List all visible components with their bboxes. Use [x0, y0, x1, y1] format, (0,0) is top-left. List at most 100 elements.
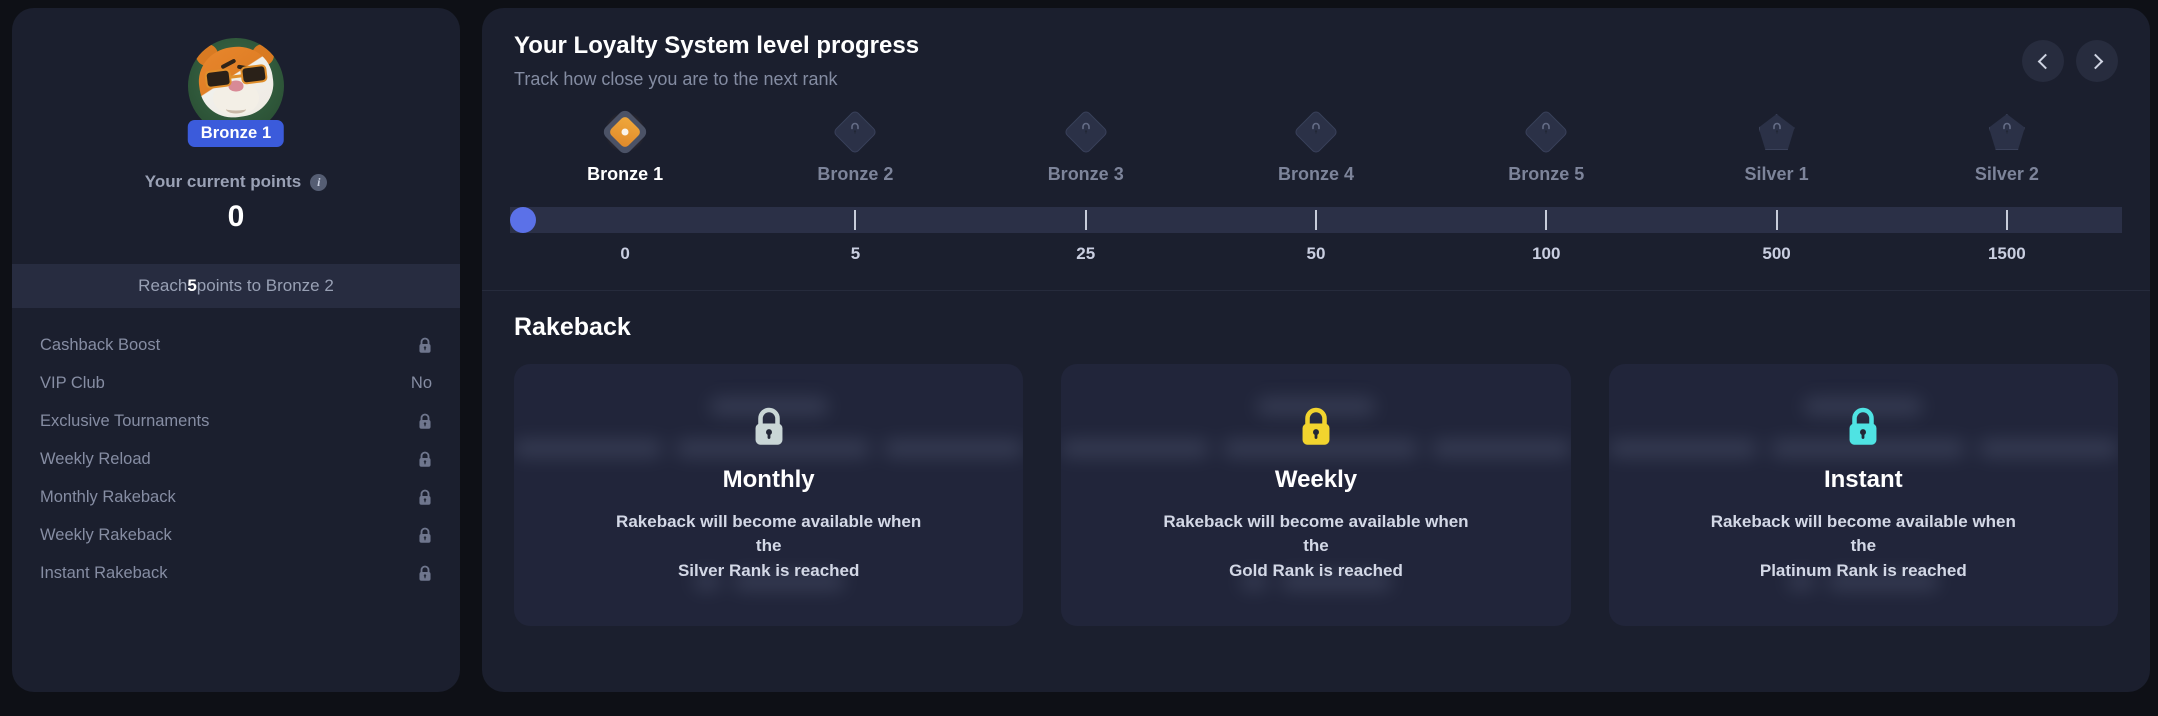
lock-icon	[752, 407, 786, 452]
rank-item-bronze-4[interactable]: Bronze 4	[1201, 109, 1431, 185]
card-desc-line2: Platinum Rank is reached	[1759, 560, 1967, 580]
card-desc-line1: Rakeback will become available when the	[616, 511, 922, 556]
benefit-row: Monthly Rakeback	[40, 478, 432, 516]
next-ranks-button[interactable]	[2076, 40, 2118, 82]
card-title: Weekly	[1274, 465, 1358, 493]
rank-item-bronze-5[interactable]: Bronze 5	[1431, 109, 1661, 185]
card-title: Instant	[1823, 465, 1903, 493]
scale-value: 5	[850, 244, 861, 263]
tick-mark	[2005, 210, 2008, 230]
tick-mark	[1775, 210, 1778, 230]
tick-cell	[1661, 207, 1891, 233]
rakeback-card-weekly[interactable]: Weekly Rakeback will become available whe…	[1061, 364, 1571, 626]
chevron-right-icon	[2087, 53, 2103, 69]
reach-prefix: Reach	[138, 276, 188, 295]
current-points-row: Your current points i	[145, 172, 328, 192]
tick-cell	[510, 207, 740, 233]
rakeback-cards: Monthly Rakeback will become available wh…	[482, 342, 2150, 626]
benefit-label: Weekly Rakeback	[40, 525, 172, 544]
tick-cell	[971, 207, 1201, 233]
current-points-value: 0	[227, 200, 245, 233]
lock-icon	[1540, 122, 1552, 142]
prev-ranks-button[interactable]	[2022, 40, 2064, 82]
locked-rank-badge-icon	[1987, 112, 2027, 152]
rakeback-title: Rakeback	[514, 313, 631, 341]
card-content: Weekly Rakeback will become available whe…	[1151, 407, 1481, 584]
badge-center-dot-icon	[621, 128, 629, 136]
main-header: Your Loyalty System level progress Track…	[482, 8, 2150, 90]
lock-icon	[849, 122, 861, 142]
next-rank-hint: Reach 5 points to Bronze 2	[12, 264, 460, 308]
reach-amount: 5	[187, 276, 197, 295]
rakeback-card-instant[interactable]: Instant Rakeback will become available wh…	[1608, 364, 2118, 626]
lock-icon	[418, 489, 432, 506]
benefit-label: Instant Rakeback	[40, 563, 168, 582]
progress-ticks	[510, 207, 2122, 233]
rank-item-bronze-3[interactable]: Bronze 3	[971, 109, 1201, 185]
card-content: Monthly Rakeback will become available wh…	[604, 407, 934, 584]
tick-mark	[854, 210, 857, 230]
rank-badges-row: Bronze 1 Bronze 2 Bronze 3 Bronze 4 Bronze 5…	[510, 107, 2122, 185]
page-title: Your Loyalty System level progress	[514, 32, 920, 59]
card-description: Rakeback will become available when the S…	[604, 510, 934, 584]
benefit-row: Weekly Reload	[40, 440, 432, 478]
scale-value: 50	[1306, 244, 1326, 263]
tick-mark	[1084, 210, 1087, 230]
benefit-label: Monthly Rakeback	[40, 487, 176, 506]
reach-suffix: points to Bronze 2	[196, 276, 334, 295]
scale-value: 0	[620, 244, 630, 263]
lock-icon	[418, 451, 432, 468]
rank-label: Silver 2	[1974, 164, 2039, 184]
chevron-left-icon	[2037, 53, 2053, 69]
locked-rank-badge-icon	[1523, 109, 1569, 155]
lock-icon	[1299, 407, 1333, 452]
tick-mark	[1545, 210, 1548, 230]
card-title: Monthly	[722, 465, 815, 493]
ladder-nav	[2022, 32, 2118, 82]
info-icon[interactable]: i	[310, 173, 328, 191]
locked-rank-badge-icon	[832, 109, 879, 155]
progress-track[interactable]	[510, 207, 2122, 233]
loyalty-main-panel: Your Loyalty System level progress Track…	[482, 8, 2150, 692]
benefit-label: VIP Club	[40, 373, 105, 392]
rakeback-card-monthly[interactable]: Monthly Rakeback will become available wh…	[514, 364, 1024, 626]
lock-icon	[418, 565, 432, 582]
header-text-group: Your Loyalty System level progress Track…	[514, 32, 919, 90]
locked-rank-badge-icon	[1063, 109, 1109, 155]
profile-sidebar: Bronze 1 Your current points i 0 Reach 5…	[12, 8, 460, 692]
active-rank-badge-icon	[601, 107, 650, 157]
benefit-label: Exclusive Tournaments	[40, 411, 210, 430]
rank-item-bronze-2[interactable]: Bronze 2	[740, 109, 970, 185]
lock-icon	[418, 413, 432, 430]
rank-item-silver-2[interactable]: Silver 2	[1892, 112, 2122, 185]
tick-cell	[1201, 207, 1431, 233]
card-desc-line1: Rakeback will become available when the	[1163, 511, 1469, 556]
card-description: Rakeback will become available when the G…	[1151, 510, 1481, 584]
rank-label: Bronze 5	[1508, 164, 1585, 184]
benefit-row: Cashback Boost	[40, 326, 432, 364]
avatar-block: Bronze 1 Your current points i 0	[12, 8, 460, 234]
benefit-label: Weekly Reload	[40, 449, 151, 468]
tick-cell	[1431, 207, 1661, 233]
scale-value: 100	[1532, 244, 1561, 263]
lock-icon	[1310, 122, 1322, 142]
rank-item-bronze-1[interactable]: Bronze 1	[510, 107, 740, 185]
lock-icon	[1846, 407, 1880, 452]
locked-rank-badge-icon	[1757, 112, 1797, 152]
rank-label: Bronze 4	[1277, 164, 1354, 184]
tiger-mouth-icon	[226, 105, 246, 114]
benefit-label: Cashback Boost	[40, 335, 161, 354]
rank-item-silver-1[interactable]: Silver 1	[1661, 112, 1891, 185]
tick-cell	[1892, 207, 2122, 233]
lock-icon	[418, 527, 432, 544]
lock-icon	[1771, 122, 1783, 142]
rank-label: Bronze 1	[587, 164, 664, 184]
lock-icon	[418, 337, 432, 354]
sunglasses-lens-icon	[239, 63, 268, 85]
progress-track-wrapper	[510, 207, 2122, 233]
rank-label: Bronze 2	[817, 164, 894, 184]
card-description: Rakeback will become available when the P…	[1698, 510, 2028, 584]
card-desc-line1: Rakeback will become available when the	[1710, 511, 2016, 556]
card-desc-line2: Silver Rank is reached	[677, 560, 860, 580]
benefit-value: No	[410, 373, 432, 392]
